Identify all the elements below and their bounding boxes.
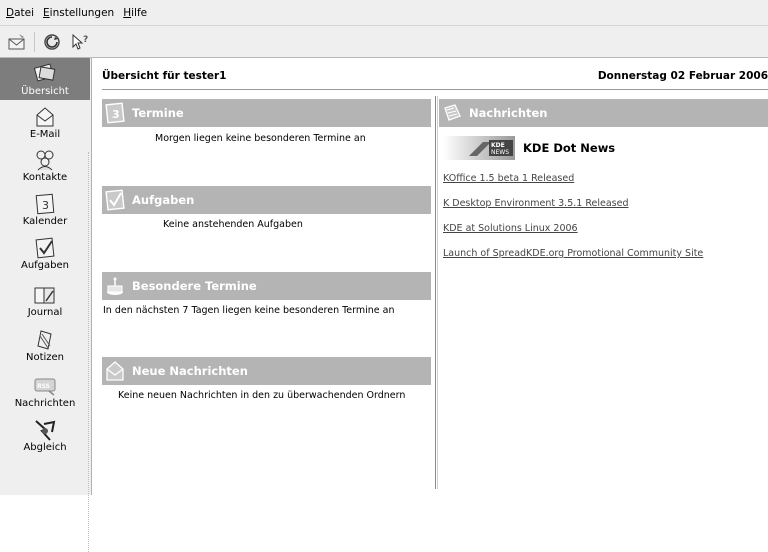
kde-news-logo-graphic: KDE NEWS bbox=[443, 136, 515, 160]
feed-title[interactable]: KDE Dot News bbox=[523, 141, 615, 155]
sidebar-label-mail: E-Mail bbox=[29, 129, 61, 140]
whats-this-icon: ? bbox=[72, 33, 88, 50]
birthday-cake-icon bbox=[107, 277, 123, 295]
calendar-icon: 3 bbox=[105, 102, 125, 124]
page-title: Übersicht für tester1 bbox=[102, 70, 227, 82]
column-divider-shadow bbox=[437, 96, 438, 489]
section-title-new-messages: Neue Nachrichten bbox=[132, 364, 248, 378]
svg-text:RSS: RSS bbox=[37, 383, 50, 390]
sidebar-item-journal[interactable]: Journal bbox=[0, 283, 90, 318]
news-link[interactable]: K Desktop Environment 3.5.1 Released bbox=[443, 198, 628, 209]
mail-icon bbox=[106, 361, 124, 381]
menu-einstellungen[interactable]: Einstellungen bbox=[43, 7, 114, 19]
section-title-tasks: Aufgaben bbox=[132, 193, 195, 207]
menu-datei[interactable]: Datei bbox=[6, 7, 34, 19]
special-dates-empty-text: In den nächsten 7 Tagen liegen keine bes… bbox=[103, 305, 395, 316]
news-link[interactable]: Launch of SpreadKDE.org Promotional Comm… bbox=[443, 248, 703, 259]
svg-text:KDE: KDE bbox=[491, 142, 505, 149]
section-header-special-dates: Besondere Termine bbox=[102, 272, 431, 300]
toolbar-separator bbox=[34, 31, 35, 52]
sidebar-label-calendar: Kalender bbox=[22, 216, 68, 227]
news-icon bbox=[444, 104, 461, 121]
tasks-empty-text: Keine anstehenden Aufgaben bbox=[163, 219, 303, 230]
sync-icon bbox=[35, 420, 56, 441]
new-mail-icon bbox=[8, 33, 25, 49]
section-title-appointments: Termine bbox=[132, 106, 184, 120]
svg-text:3: 3 bbox=[42, 199, 49, 212]
sidebar-resize-handle[interactable] bbox=[88, 152, 91, 552]
toolbar: ? bbox=[0, 26, 768, 58]
section-header-appointments: 3 Termine bbox=[102, 99, 431, 127]
sidebar-item-mail[interactable]: E-Mail bbox=[0, 105, 90, 140]
sidebar-item-sync[interactable]: Abgleich bbox=[0, 418, 90, 453]
sidebar-label-sync: Abgleich bbox=[23, 442, 67, 453]
sidebar-label-tasks: Aufgaben bbox=[20, 260, 69, 271]
sidebar-item-contacts[interactable]: Kontakte bbox=[0, 148, 90, 183]
tasks-icon bbox=[35, 237, 55, 259]
overview-icon bbox=[33, 63, 56, 82]
kde-news-logo: KDE NEWS bbox=[443, 136, 515, 160]
section-title-special-dates: Besondere Termine bbox=[132, 279, 257, 293]
sidebar-label-notes: Notizen bbox=[25, 352, 65, 363]
sync-button[interactable] bbox=[41, 31, 63, 53]
summary-view: Übersicht für tester1 Donnerstag 02 Febr… bbox=[93, 58, 768, 495]
svg-text:?: ? bbox=[83, 35, 88, 45]
sidebar: Übersicht E-Mail Kontakte 3 Kalender Auf… bbox=[0, 58, 92, 552]
sidebar-item-notes[interactable]: Notizen bbox=[0, 328, 90, 363]
new-mail-button[interactable] bbox=[6, 31, 28, 53]
svg-text:NEWS: NEWS bbox=[491, 149, 509, 156]
column-divider bbox=[435, 96, 436, 489]
menubar: Datei Einstellungen Hilfe bbox=[0, 0, 768, 26]
calendar-icon: 3 bbox=[35, 193, 55, 215]
sidebar-item-calendar[interactable]: 3 Kalender bbox=[0, 192, 90, 227]
sidebar-item-tasks[interactable]: Aufgaben bbox=[0, 236, 90, 271]
sidebar-label-feeds: Nachrichten bbox=[14, 398, 76, 409]
news-link[interactable]: KDE at Solutions Linux 2006 bbox=[443, 223, 578, 234]
tasks-icon bbox=[105, 189, 125, 211]
sidebar-item-overview[interactable]: Übersicht bbox=[0, 58, 90, 100]
journal-icon bbox=[34, 287, 55, 304]
section-header-new-messages: Neue Nachrichten bbox=[102, 357, 431, 385]
appointments-empty-text: Morgen liegen keine besonderen Termine a… bbox=[155, 133, 366, 144]
current-date: Donnerstag 02 Februar 2006 bbox=[597, 70, 768, 82]
header-divider bbox=[102, 89, 768, 90]
contacts-icon bbox=[36, 150, 54, 171]
sidebar-item-feeds[interactable]: RSS Nachrichten bbox=[0, 374, 90, 409]
sidebar-label-overview: Übersicht bbox=[21, 86, 69, 97]
section-header-tasks: Aufgaben bbox=[102, 186, 431, 214]
new-messages-empty-text: Keine neuen Nachrichten in den zu überwa… bbox=[118, 390, 406, 401]
sync-icon bbox=[44, 33, 60, 50]
section-title-news: Nachrichten bbox=[469, 106, 548, 120]
menu-hilfe[interactable]: Hilfe bbox=[123, 7, 147, 19]
svg-text:3: 3 bbox=[112, 108, 120, 121]
sidebar-label-journal: Journal bbox=[27, 307, 63, 318]
whats-this-button[interactable]: ? bbox=[69, 31, 91, 53]
section-header-news: Nachrichten bbox=[439, 99, 768, 127]
rss-icon: RSS bbox=[34, 378, 56, 396]
notes-icon bbox=[37, 330, 52, 350]
news-link[interactable]: KOffice 1.5 beta 1 Released bbox=[443, 173, 574, 184]
mail-icon bbox=[36, 107, 54, 127]
sidebar-label-contacts: Kontakte bbox=[22, 172, 68, 183]
